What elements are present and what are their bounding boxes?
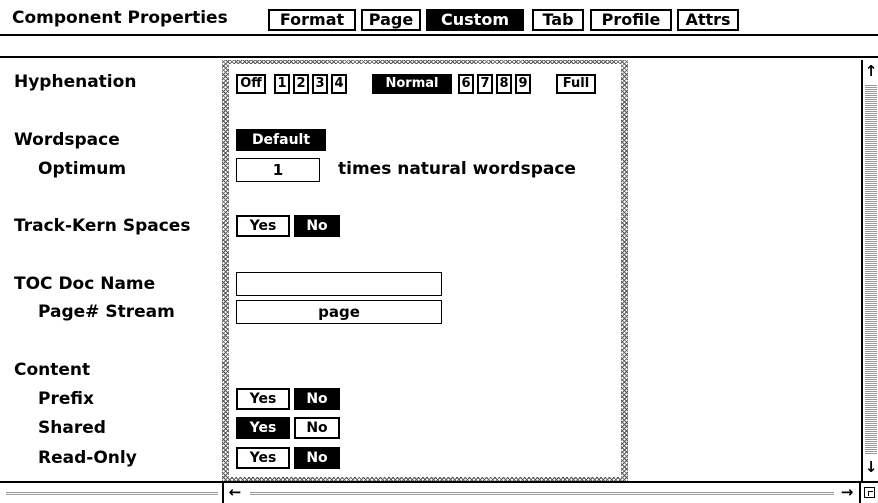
hyphenation-off[interactable]: Off (236, 74, 266, 94)
hyphenation-label: Hyphenation (14, 72, 137, 92)
tab-profile[interactable]: Profile (590, 9, 672, 31)
optimum-suffix: times natural wordspace (338, 159, 576, 179)
toc-doc-name-input[interactable] (236, 272, 442, 296)
wordspace-label: Wordspace (14, 130, 120, 150)
optimum-label: Optimum (38, 159, 127, 179)
arrow-right-icon[interactable]: → (838, 485, 856, 500)
shared-label: Shared (38, 418, 106, 438)
vertical-scroll-track[interactable] (865, 84, 877, 454)
window-title: Component Properties (12, 8, 228, 28)
arrow-left-icon[interactable]: ← (226, 485, 244, 500)
arrow-up-icon[interactable]: ↑ (864, 64, 878, 79)
wordspace-default-button[interactable]: Default (236, 129, 326, 151)
arrow-down-icon[interactable]: ↓ (864, 460, 878, 475)
shared-no[interactable]: No (294, 417, 340, 439)
prefix-no[interactable]: No (294, 388, 340, 410)
prefix-yes[interactable]: Yes (236, 388, 290, 410)
scroll-divider (222, 483, 224, 503)
tab-custom[interactable]: Custom (426, 9, 524, 31)
optimum-input[interactable]: 1 (236, 158, 320, 182)
vertical-scrollbar[interactable]: ↑ ↓ (861, 60, 878, 481)
window-corner-icon (864, 487, 875, 498)
hyphenation-3[interactable]: 3 (312, 74, 328, 94)
page-stream-input[interactable]: page (236, 300, 442, 324)
page-stream-label: Page# Stream (38, 302, 175, 322)
horizontal-scrollbar[interactable]: ← → (0, 481, 878, 503)
hyphenation-7[interactable]: 7 (477, 74, 493, 94)
read-only-yes[interactable]: Yes (236, 447, 290, 469)
read-only-no[interactable]: No (294, 447, 340, 469)
header-bar: Component Properties Format Page Custom … (0, 0, 878, 36)
tab-tab[interactable]: Tab (532, 9, 584, 31)
horizontal-scroll-track[interactable] (250, 491, 834, 495)
tab-page[interactable]: Page (361, 9, 421, 31)
scroll-corner-divider (859, 483, 861, 503)
hyphenation-4[interactable]: 4 (331, 74, 347, 94)
hyphenation-normal[interactable]: Normal (372, 74, 452, 94)
track-kern-yes[interactable]: Yes (236, 215, 290, 237)
toc-doc-name-label: TOC Doc Name (14, 274, 156, 294)
hyphenation-9[interactable]: 9 (515, 74, 531, 94)
tab-format[interactable]: Format (268, 9, 356, 31)
hyphenation-full[interactable]: Full (556, 74, 596, 94)
track-kern-no[interactable]: No (294, 215, 340, 237)
property-panel (229, 64, 621, 477)
hyphenation-8[interactable]: 8 (496, 74, 512, 94)
content-label: Content (14, 360, 91, 380)
prefix-label: Prefix (38, 389, 94, 409)
track-kern-label: Track-Kern Spaces (14, 216, 191, 236)
hyphenation-1[interactable]: 1 (274, 74, 290, 94)
message-bar (0, 38, 878, 58)
hyphenation-2[interactable]: 2 (293, 74, 309, 94)
hyphenation-6[interactable]: 6 (458, 74, 474, 94)
tab-attrs[interactable]: Attrs (677, 9, 739, 31)
shared-yes[interactable]: Yes (236, 417, 290, 439)
horizontal-scroll-track-left (6, 491, 218, 495)
read-only-label: Read-Only (38, 448, 137, 468)
